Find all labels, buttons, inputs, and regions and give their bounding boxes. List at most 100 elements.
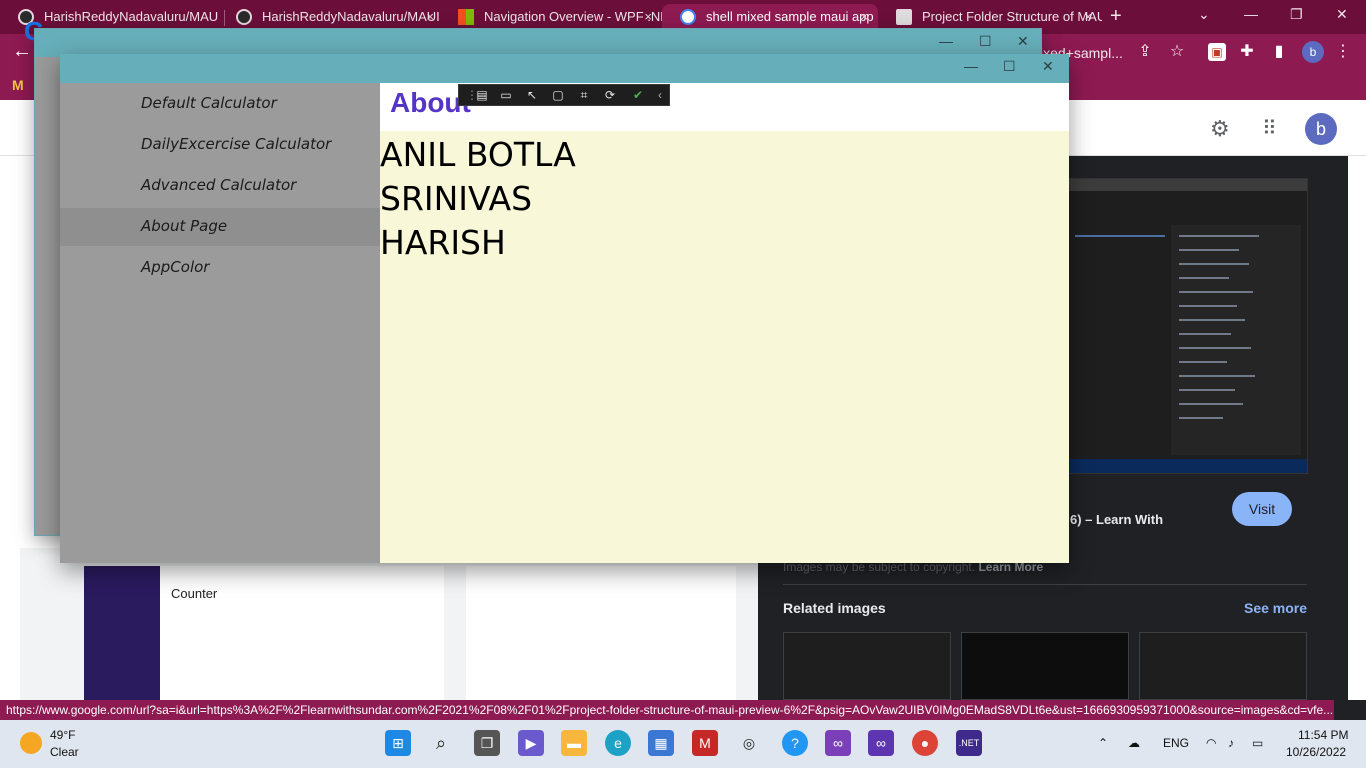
- site-icon: [896, 9, 912, 25]
- tab-close-icon[interactable]: ×: [644, 4, 652, 30]
- moon-weather-icon[interactable]: [20, 732, 42, 754]
- related-image-2[interactable]: [961, 632, 1129, 700]
- hot-reload-icon[interactable]: ⟳: [601, 87, 619, 103]
- shell-flyout-menu: Default Calculator DailyExcercise Calcul…: [60, 83, 380, 563]
- browser-close-icon[interactable]: ✕: [1336, 6, 1348, 23]
- thumbnail-sidebar: [84, 566, 160, 700]
- preview-taskbar: [1069, 459, 1307, 473]
- flyout-item-label: Advanced Calculator: [141, 176, 297, 194]
- network-off-icon[interactable]: ☁: [1128, 736, 1140, 750]
- dotnet-app-icon[interactable]: .NET: [956, 730, 982, 756]
- select-element-icon[interactable]: ↖: [523, 87, 541, 103]
- related-images-heading: Related images: [783, 600, 886, 616]
- mcafee-icon[interactable]: M: [692, 730, 718, 756]
- app-titlebar: — ☐ ✕: [60, 54, 1069, 83]
- flyout-item-label: AppColor: [141, 258, 210, 276]
- result-thumbnail[interactable]: [466, 566, 736, 700]
- minimize-icon[interactable]: —: [939, 33, 953, 49]
- language-indicator[interactable]: ENG: [1163, 736, 1189, 750]
- settings-gear-icon[interactable]: ⚙: [1210, 116, 1230, 142]
- related-image-1[interactable]: [783, 632, 951, 700]
- close-icon[interactable]: ✕: [1042, 58, 1054, 75]
- tree-line: [1179, 263, 1249, 265]
- name-label-1: ANIL BOTLA: [380, 135, 576, 174]
- live-visual-tree-icon[interactable]: ▤: [473, 87, 491, 103]
- tree-line: [1179, 347, 1251, 349]
- visual-studio-preview-icon[interactable]: ∞: [868, 730, 894, 756]
- tab-label: shell mixed sample maui app: [706, 9, 874, 24]
- flyout-item-label: About Page: [141, 217, 228, 235]
- tab-label: Project Folder Structure of MAUI: [922, 9, 1102, 24]
- extension-icon[interactable]: ▣: [1208, 43, 1226, 61]
- apps-grid-icon[interactable]: ⠿: [1262, 116, 1277, 141]
- flyout-item-advanced-calculator[interactable]: Advanced Calculator: [60, 167, 380, 205]
- tree-line: [1179, 291, 1253, 293]
- edge-icon[interactable]: e: [605, 730, 631, 756]
- weather-condition[interactable]: Clear: [50, 745, 79, 759]
- profile-avatar[interactable]: b: [1302, 41, 1324, 63]
- tree-line: [1179, 277, 1229, 279]
- flyout-item-default-calculator[interactable]: Default Calculator: [60, 85, 380, 123]
- puzzle-icon[interactable]: ✚: [1238, 43, 1256, 61]
- xaml-live-debug-toolbar: ⋮ ▤ ▭ ↖ ▢ ⌗ ⟳ ✔ ‹: [458, 84, 670, 106]
- tab-label: Navigation Overview - WPF .NET: [484, 9, 662, 24]
- visit-button[interactable]: Visit: [1232, 492, 1292, 526]
- bookmark-star-icon[interactable]: ☆: [1168, 43, 1186, 61]
- flyout-item-dailyexcercise-calculator[interactable]: DailyExcercise Calculator: [60, 126, 380, 164]
- see-more-link[interactable]: See more: [1244, 600, 1307, 616]
- tray-overflow-icon[interactable]: ⌃: [1098, 736, 1108, 750]
- wifi-icon[interactable]: ◠: [1206, 736, 1216, 750]
- result-title[interactable]: 6) – Learn With: [1070, 512, 1163, 527]
- help-icon[interactable]: ?: [782, 730, 808, 756]
- task-view-icon[interactable]: ❐: [474, 730, 500, 756]
- tab-close-icon[interactable]: ×: [1084, 4, 1092, 30]
- tree-line: [1179, 235, 1259, 237]
- check-status-icon[interactable]: ✔: [629, 87, 647, 103]
- maui-app-window: — ☐ ✕ Default Calculator DailyExcercise …: [60, 54, 1069, 563]
- display-adorners-icon[interactable]: ▢: [549, 87, 567, 103]
- side-panel-icon[interactable]: ▮: [1270, 43, 1288, 61]
- close-icon[interactable]: ✕: [1017, 33, 1029, 50]
- flyout-item-label: Default Calculator: [141, 94, 277, 112]
- file-explorer-icon[interactable]: ▬: [561, 730, 587, 756]
- volume-icon[interactable]: ♪: [1228, 736, 1234, 750]
- more-menu-icon[interactable]: ⋮: [1334, 43, 1352, 61]
- clock-time[interactable]: 11:54 PM: [1298, 728, 1348, 742]
- tab-search-icon[interactable]: ⌄: [1198, 6, 1210, 23]
- maximize-icon[interactable]: ☐: [979, 33, 992, 50]
- preview-titlebar: [1069, 179, 1307, 191]
- weather-temperature[interactable]: 49°F: [50, 728, 75, 742]
- maximize-icon[interactable]: ☐: [1003, 58, 1016, 75]
- battery-icon[interactable]: ▭: [1252, 736, 1263, 750]
- flyout-item-label: DailyExcercise Calculator: [141, 135, 332, 153]
- browser-minimize-icon[interactable]: —: [1244, 6, 1258, 22]
- chrome-icon[interactable]: ●: [912, 730, 938, 756]
- windows-taskbar: 49°F Clear ⊞ ⌕ ❐ ▶ ▬ e ▦ M ◎ ? ∞ ∞ ● .NE…: [0, 720, 1366, 768]
- github-desktop-icon[interactable]: ◎: [736, 730, 762, 756]
- start-icon[interactable]: ⊞: [385, 730, 411, 756]
- store-icon[interactable]: ▦: [648, 730, 674, 756]
- share-icon[interactable]: ⇪: [1136, 43, 1154, 61]
- browser-restore-icon[interactable]: ❐: [1290, 6, 1303, 23]
- names-list: ANIL BOTLA SRINIVAS HARISH: [380, 133, 576, 265]
- visual-studio-icon[interactable]: ∞: [825, 730, 851, 756]
- minimize-icon[interactable]: —: [964, 58, 978, 74]
- google-account-avatar[interactable]: b: [1305, 113, 1337, 145]
- preview-code-line: [1075, 235, 1165, 237]
- clock-date[interactable]: 10/26/2022: [1286, 745, 1346, 759]
- tab-close-icon[interactable]: ×: [860, 4, 868, 30]
- flyout-item-about-page[interactable]: About Page: [60, 208, 380, 246]
- teams-chat-icon[interactable]: ▶: [518, 730, 544, 756]
- search-icon[interactable]: ⌕: [428, 730, 454, 756]
- new-tab-button[interactable]: +: [1110, 5, 1122, 28]
- collapse-chevron-icon[interactable]: ‹: [651, 87, 669, 103]
- camera-icon[interactable]: ▭: [497, 87, 515, 103]
- gmail-icon[interactable]: M: [12, 77, 24, 93]
- tree-line: [1179, 319, 1245, 321]
- tab-close-icon[interactable]: ×: [426, 4, 434, 30]
- track-focus-icon[interactable]: ⌗: [575, 87, 593, 103]
- about-page-content: About ANIL BOTLA SRINIVAS HARISH: [380, 83, 1069, 563]
- flyout-item-appcolor[interactable]: AppColor: [60, 249, 380, 287]
- preview-image[interactable]: [1068, 178, 1308, 474]
- related-image-3[interactable]: [1139, 632, 1307, 700]
